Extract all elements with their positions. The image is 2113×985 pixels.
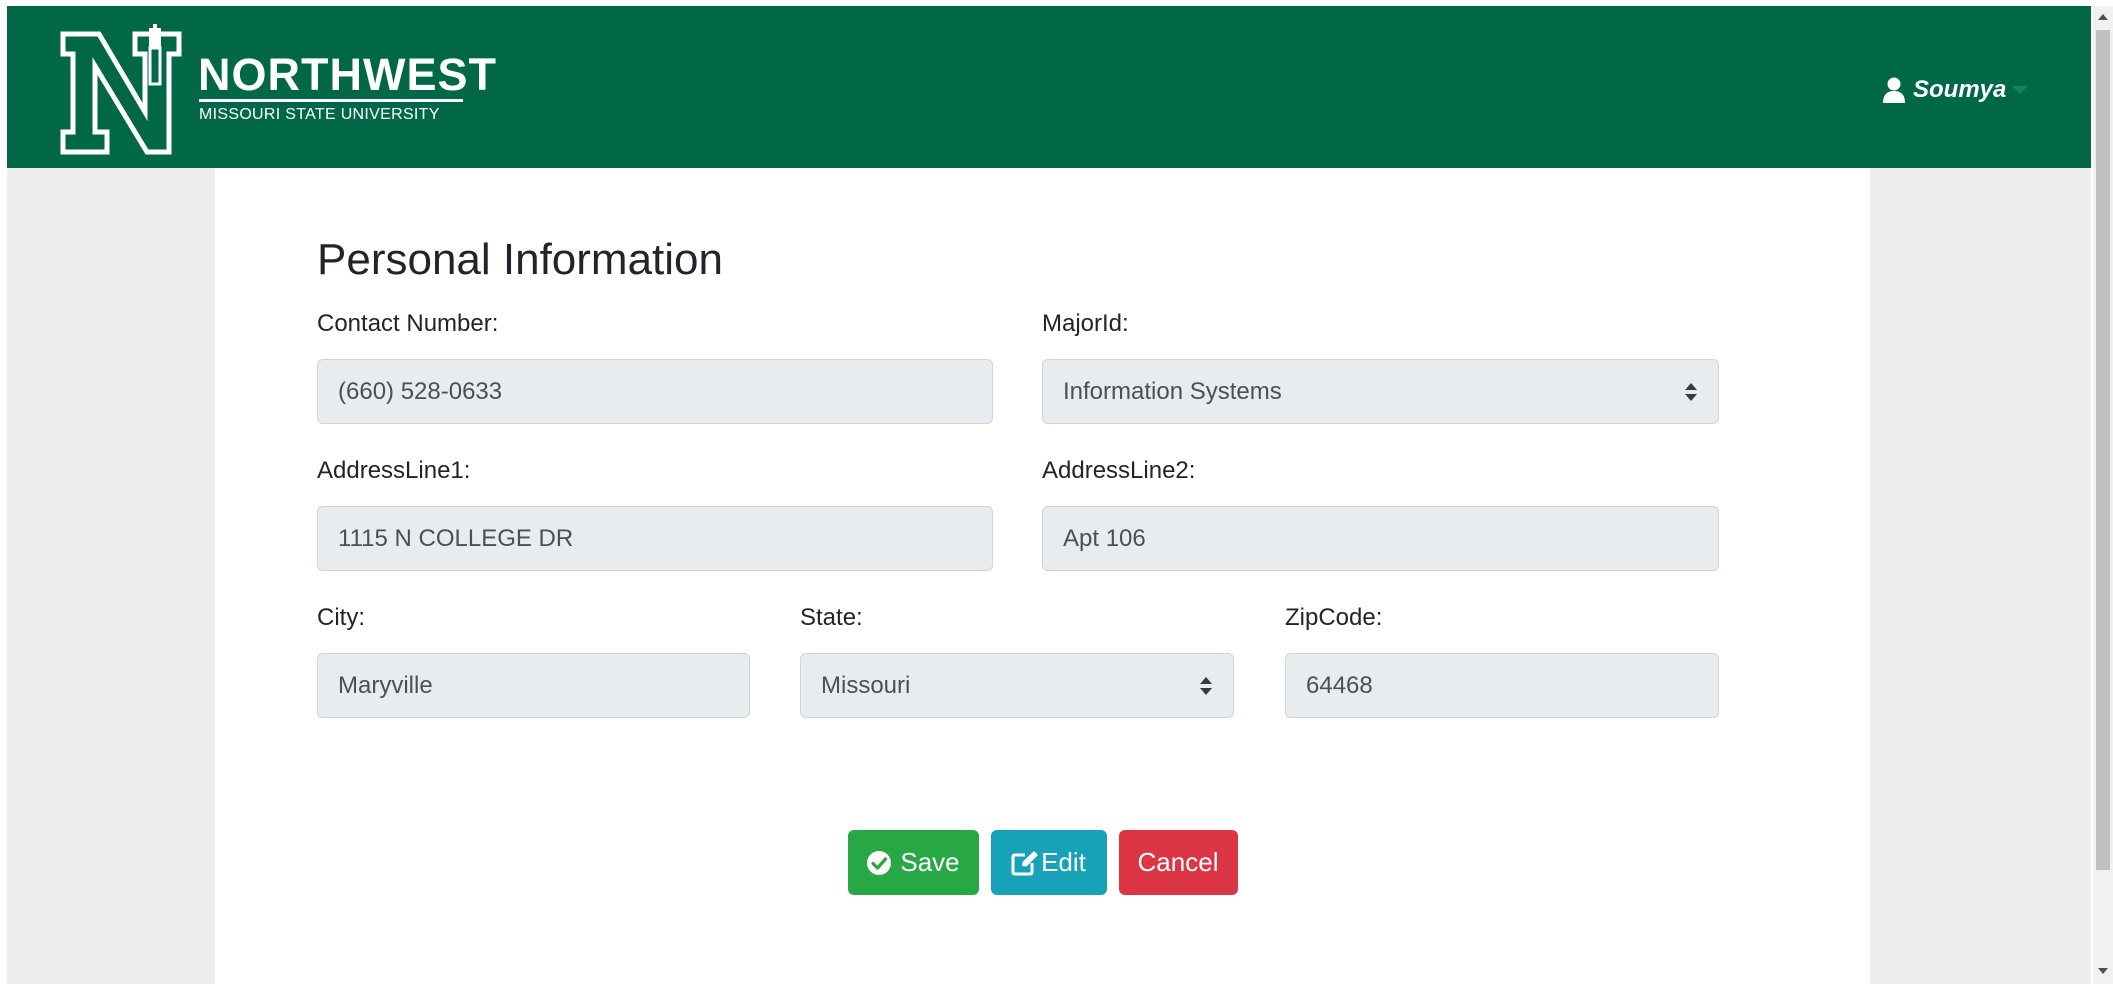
- city-value: Maryville: [338, 671, 433, 699]
- edit-icon: [1011, 850, 1039, 875]
- address-line2-label: AddressLine2:: [1042, 457, 1196, 484]
- state-value: Missouri: [821, 671, 911, 699]
- address-line1-value: 1115 N COLLEGE DR: [338, 524, 574, 552]
- check-circle-icon: [867, 850, 892, 875]
- cancel-button-label: Cancel: [1137, 847, 1219, 877]
- cancel-button[interactable]: Cancel: [1118, 830, 1238, 895]
- brand-subtitle: MISSOURI STATE UNIVERSITY: [199, 106, 440, 123]
- address-line2-input[interactable]: Apt 106: [1042, 506, 1719, 572]
- page-title: Personal Information: [317, 235, 723, 284]
- user-name: Soumya: [1913, 76, 2007, 103]
- edit-button-label: Edit: [1041, 847, 1086, 877]
- vertical-scrollbar[interactable]: [2093, 6, 2113, 984]
- brand-name: NORTHWEST: [198, 49, 497, 100]
- save-button-label: Save: [900, 847, 960, 877]
- user-icon: [1883, 77, 1905, 103]
- scrollbar-thumb[interactable]: [2096, 30, 2110, 870]
- state-select[interactable]: Missouri: [800, 653, 1234, 719]
- major-id-label: MajorId:: [1042, 310, 1129, 337]
- city-input[interactable]: Maryville: [317, 653, 750, 719]
- scroll-down-arrow-icon[interactable]: [2098, 968, 2108, 974]
- zip-code-input[interactable]: 64468: [1285, 653, 1719, 719]
- top-navbar: NORTHWEST MISSOURI STATE UNIVERSITY Soum…: [7, 6, 2091, 168]
- user-menu-dropdown[interactable]: Soumya: [1883, 76, 2029, 104]
- select-arrows-icon: [1200, 676, 1212, 695]
- form-actions: Save Edit Cancel: [215, 830, 1870, 895]
- zip-code-group: ZipCode: 64468: [1285, 604, 1719, 719]
- address-line2-value: Apt 106: [1063, 524, 1146, 552]
- state-label: State:: [800, 604, 863, 631]
- zip-code-value: 64468: [1306, 671, 1373, 699]
- address-line2-group: AddressLine2: Apt 106: [1042, 457, 1719, 572]
- address-line1-input[interactable]: 1115 N COLLEGE DR: [317, 506, 993, 572]
- select-arrows-icon: [1685, 382, 1697, 401]
- contact-number-label: Contact Number:: [317, 310, 499, 337]
- city-group: City: Maryville: [317, 604, 750, 719]
- major-id-group: MajorId: Information Systems: [1042, 310, 1719, 425]
- zip-code-label: ZipCode:: [1285, 604, 1383, 631]
- scroll-up-arrow-icon[interactable]: [2098, 14, 2108, 20]
- chevron-down-icon: [2012, 86, 2029, 94]
- major-id-value: Information Systems: [1063, 377, 1282, 405]
- contact-number-group: Contact Number: (660) 528-0633: [317, 310, 993, 425]
- state-group: State: Missouri: [800, 604, 1234, 719]
- contact-number-value: (660) 528-0633: [338, 377, 503, 405]
- major-id-select[interactable]: Information Systems: [1042, 359, 1719, 425]
- contact-number-input[interactable]: (660) 528-0633: [317, 359, 993, 425]
- save-button[interactable]: Save: [847, 830, 979, 895]
- city-label: City:: [317, 604, 365, 631]
- northwest-logo[interactable]: [57, 24, 187, 160]
- browser-viewport: NORTHWEST MISSOURI STATE UNIVERSITY Soum…: [7, 6, 2091, 984]
- edit-button[interactable]: Edit: [990, 830, 1107, 895]
- brand-divider: [199, 99, 463, 102]
- main-container: Personal Information Contact Number: (66…: [215, 168, 1870, 984]
- address-line1-label: AddressLine1:: [317, 457, 471, 484]
- address-line1-group: AddressLine1: 1115 N COLLEGE DR: [317, 457, 993, 572]
